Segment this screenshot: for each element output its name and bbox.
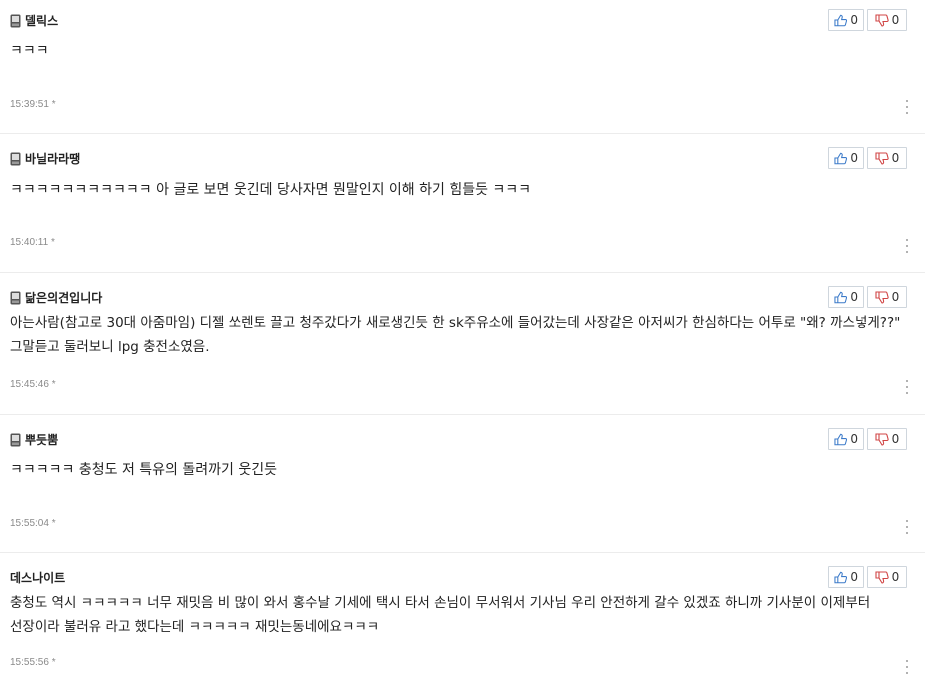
comment-timestamp: 15:55:04 * — [10, 518, 56, 529]
thumbs-up-icon — [834, 291, 848, 303]
more-dot-icon — [906, 520, 908, 522]
mobile-icon — [10, 151, 21, 166]
thumbs-up-icon — [834, 152, 848, 164]
comment-item: 뿌듯뿜 0 0 ㅋㅋㅋㅋㅋ 충청도 저 특유의 돌려까기 웃긴듯 15:55:0… — [0, 415, 925, 553]
vote-group: 0 0 — [828, 566, 907, 588]
more-options-button[interactable] — [903, 238, 911, 254]
thumbs-down-icon — [875, 432, 889, 446]
vote-group: 0 0 — [828, 9, 907, 31]
more-options-button[interactable] — [903, 659, 911, 675]
thumbs-up-icon — [834, 14, 848, 26]
comment-item: 델릭스 0 0 ㅋㅋㅋ 15:39:51 * — [0, 0, 925, 134]
thumbs-down-icon — [875, 290, 889, 304]
dislike-count: 0 — [891, 290, 900, 304]
comment-item: 닮은의견입니다 0 0 아는사람(참고로 30대 아줌마임) 디젤 쏘렌토 끌고… — [0, 273, 925, 415]
mobile-icon — [10, 432, 21, 447]
thumbs-down-icon — [875, 570, 889, 584]
comment-item: 바닐라라땡 0 0 ㅋㅋㅋㅋㅋㅋㅋㅋㅋㅋㅋ 아 글로 보면 웃긴데 당사자면 뭔… — [0, 134, 925, 273]
comment-list: 델릭스 0 0 ㅋㅋㅋ 15:39:51 * 바닐라라땡 0 0 ㅋㅋㅋㅋㅋㅋㅋ… — [0, 0, 925, 689]
more-options-button[interactable] — [903, 519, 911, 535]
thumbs-down-icon — [875, 151, 889, 165]
vote-group: 0 0 — [828, 286, 907, 308]
dislike-button[interactable]: 0 — [867, 9, 907, 31]
more-options-button[interactable] — [903, 99, 911, 115]
vote-group: 0 0 — [828, 428, 907, 450]
like-button[interactable]: 0 — [828, 286, 864, 308]
comment-timestamp: 15:55:56 * — [10, 657, 56, 668]
comment-author[interactable]: 데스나이트 — [10, 569, 65, 586]
more-dot-icon — [906, 100, 908, 102]
more-dot-icon — [906, 660, 908, 662]
comment-body: ㅋㅋㅋㅋㅋ 충청도 저 특유의 돌려까기 웃긴듯 — [10, 462, 277, 478]
more-dot-icon — [906, 239, 908, 241]
comment-body: 아는사람(참고로 30대 아줌마임) 디젤 쏘렌토 끌고 청주갔다가 새로생긴듯… — [10, 315, 901, 355]
like-button[interactable]: 0 — [828, 147, 864, 169]
more-options-button[interactable] — [903, 379, 911, 395]
comment-item: 데스나이트 0 0 충청도 역시 ㅋㅋㅋㅋㅋ 너무 재밋음 비 많이 와서 홍수… — [0, 553, 925, 689]
comment-author[interactable]: 바닐라라땡 — [25, 150, 80, 167]
dislike-count: 0 — [891, 432, 900, 446]
like-count: 0 — [850, 290, 858, 304]
vote-group: 0 0 — [828, 147, 907, 169]
mobile-icon — [10, 13, 21, 28]
like-count: 0 — [850, 151, 858, 165]
dislike-button[interactable]: 0 — [867, 428, 907, 450]
like-count: 0 — [850, 13, 858, 27]
comment-author[interactable]: 뿌듯뿜 — [25, 431, 58, 448]
comment-timestamp: 15:39:51 * — [10, 99, 56, 110]
comment-body: 충청도 역시 ㅋㅋㅋㅋㅋ 너무 재밋음 비 많이 와서 홍수날 기세에 택시 타… — [10, 595, 871, 635]
more-dot-icon — [906, 380, 908, 382]
thumbs-up-icon — [834, 433, 848, 445]
thumbs-down-icon — [875, 13, 889, 27]
like-button[interactable]: 0 — [828, 428, 864, 450]
comment-author[interactable]: 닮은의견입니다 — [25, 289, 102, 306]
like-count: 0 — [850, 570, 858, 584]
like-button[interactable]: 0 — [828, 566, 864, 588]
dislike-count: 0 — [891, 570, 900, 584]
like-count: 0 — [850, 432, 858, 446]
thumbs-up-icon — [834, 571, 848, 583]
comment-timestamp: 15:45:46 * — [10, 379, 56, 390]
mobile-icon — [10, 290, 21, 305]
dislike-button[interactable]: 0 — [867, 286, 907, 308]
dislike-button[interactable]: 0 — [867, 147, 907, 169]
comment-timestamp: 15:40:11 * — [10, 237, 55, 248]
dislike-count: 0 — [891, 13, 900, 27]
like-button[interactable]: 0 — [828, 9, 864, 31]
comment-body: ㅋㅋㅋ — [10, 43, 49, 59]
dislike-button[interactable]: 0 — [867, 566, 907, 588]
comment-author[interactable]: 델릭스 — [25, 12, 58, 29]
comment-body: ㅋㅋㅋㅋㅋㅋㅋㅋㅋㅋㅋ 아 글로 보면 웃긴데 당사자면 뭔말인지 이해 하기 … — [10, 182, 532, 198]
dislike-count: 0 — [891, 151, 900, 165]
